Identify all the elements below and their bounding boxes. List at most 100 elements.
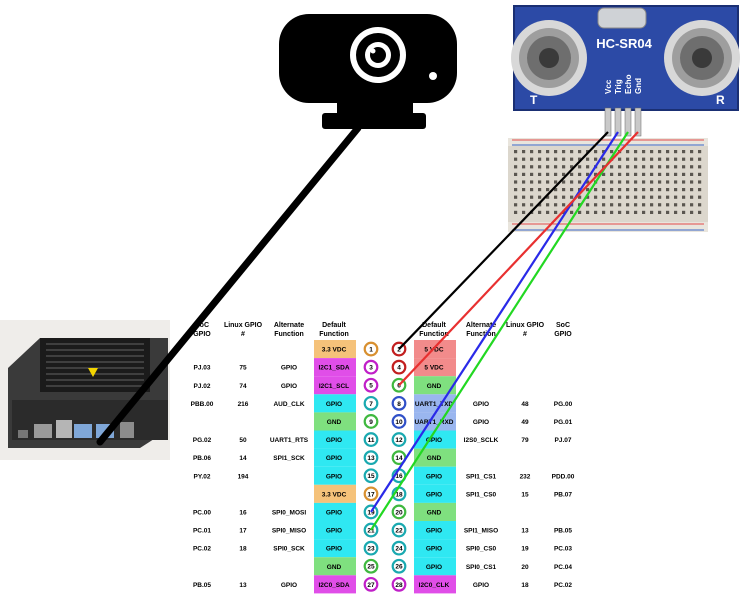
pinout-row: GND GPIO SPI0_CS1 20 PC.04 25 26 bbox=[314, 557, 572, 576]
right-linux-gpio: 79 bbox=[521, 437, 529, 444]
right-default-function: UART1_RXD bbox=[414, 419, 453, 426]
right-default-function: I2C0_CLK bbox=[419, 582, 450, 589]
pin-label-echo: Echo bbox=[624, 74, 633, 94]
right-alt-function: SPI1_MISO bbox=[464, 528, 498, 535]
right-alt-function: GPIO bbox=[473, 582, 489, 589]
left-soc-gpio: PBB.00 bbox=[191, 401, 214, 408]
left-alt-function: GPIO bbox=[281, 582, 297, 589]
left-linux-gpio: 18 bbox=[239, 546, 247, 553]
left-default-function: GPIO bbox=[326, 455, 342, 462]
left-default-function: GPIO bbox=[326, 509, 342, 516]
pin-number-24: 24 bbox=[395, 546, 403, 553]
right-alt-function: I2S0_SCLK bbox=[464, 437, 499, 444]
left-linux-gpio: 194 bbox=[238, 473, 249, 480]
header-left-3-line1: Default bbox=[322, 322, 346, 329]
right-soc-gpio: PG.01 bbox=[554, 419, 573, 426]
right-alt-function: GPIO bbox=[473, 401, 489, 408]
left-soc-gpio: PC.00 bbox=[193, 509, 211, 516]
right-soc-gpio: PB.05 bbox=[554, 528, 572, 535]
pin-number-9: 9 bbox=[369, 419, 373, 426]
header-right-2-line1: Linux GPIO bbox=[506, 322, 545, 329]
left-default-function: GPIO bbox=[326, 528, 342, 535]
header-left-2: Alternate Function bbox=[274, 322, 304, 338]
right-linux-gpio: 48 bbox=[521, 401, 529, 408]
left-soc-gpio: PC.01 bbox=[193, 528, 211, 535]
header-left-3-line2: Function bbox=[319, 331, 349, 338]
sensor-right-mark: R bbox=[716, 93, 725, 107]
right-alt-function: SPI1_CS0 bbox=[466, 491, 497, 498]
right-soc-gpio: PC.04 bbox=[554, 564, 572, 571]
header-left-2-line2: Function bbox=[274, 331, 304, 338]
pinout-row: PB.05 13 GPIO I2C0_SDA I2C0_CLK GPIO 18 PC.02 27… bbox=[193, 575, 572, 594]
sensor-left-mark: T bbox=[530, 93, 538, 107]
right-default-function: GPIO bbox=[426, 528, 442, 535]
left-linux-gpio: 50 bbox=[239, 437, 247, 444]
sensor-model: HC-SR04 bbox=[596, 36, 652, 51]
left-linux-gpio: 74 bbox=[239, 383, 247, 390]
pinout-row: PG.02 50 UART1_RTS GPIO GPIO I2S0_SCLK 79 PJ.07… bbox=[193, 430, 572, 449]
left-default-function: GPIO bbox=[326, 546, 342, 553]
ultrasonic-sensor: HC-SR04 T R Vcc Trig Echo Gnd bbox=[511, 5, 740, 137]
header-right-3-line2: GPIO bbox=[554, 331, 572, 338]
pin-number-5: 5 bbox=[369, 383, 373, 390]
webcam-icon bbox=[279, 14, 457, 129]
wire-echo-to-pin-21 bbox=[370, 131, 629, 531]
right-alt-function: SPI0_CS0 bbox=[466, 546, 497, 553]
right-soc-gpio: PB.07 bbox=[554, 491, 572, 498]
right-default-function: GPIO bbox=[426, 473, 442, 480]
pin-number-4: 4 bbox=[397, 365, 401, 372]
pinout-row: PC.01 17 SPI0_MISO GPIO GPIO SPI1_MISO 13 PB.05… bbox=[193, 521, 572, 540]
left-soc-gpio: PJ.03 bbox=[194, 365, 211, 372]
pin-number-25: 25 bbox=[367, 564, 375, 571]
pin-number-1: 1 bbox=[369, 346, 373, 353]
left-alt-function: SPI0_SCK bbox=[273, 546, 305, 553]
left-default-function: GND bbox=[327, 419, 342, 426]
left-default-function: GND bbox=[327, 564, 342, 571]
pin-number-7: 7 bbox=[369, 401, 373, 408]
header-right-1-line2: Function bbox=[466, 331, 496, 338]
pinout-row: PC.02 18 SPI0_SCK GPIO GPIO SPI0_CS0 19 PC.03 23… bbox=[193, 539, 572, 558]
pin-number-10: 10 bbox=[395, 419, 403, 426]
pin-number-13: 13 bbox=[367, 455, 375, 462]
header-left-0-line2: GPIO bbox=[193, 331, 211, 338]
left-soc-gpio: PB.05 bbox=[193, 582, 211, 589]
right-linux-gpio: 19 bbox=[521, 546, 529, 553]
left-default-function: GPIO bbox=[326, 473, 342, 480]
pinout-row: 3.3 VDC 5 VDC1 2 bbox=[314, 340, 456, 359]
right-linux-gpio: 20 bbox=[521, 564, 529, 571]
left-linux-gpio: 16 bbox=[239, 509, 247, 516]
receiver-icon bbox=[664, 20, 740, 96]
left-alt-function: UART1_RTS bbox=[270, 437, 309, 444]
right-default-function: GPIO bbox=[426, 491, 442, 498]
right-default-function: UART1_TXD bbox=[415, 401, 454, 408]
header-right-3-line1: SoC bbox=[556, 322, 570, 329]
pin-number-14: 14 bbox=[395, 455, 403, 462]
header-right-3: SoC GPIO bbox=[554, 322, 572, 338]
transmitter-icon bbox=[511, 20, 587, 96]
wiring-diagram: HC-SR04 T R Vcc Trig Echo Gnd SoC GPIO Lin… bbox=[0, 5, 740, 594]
left-soc-gpio: PC.02 bbox=[193, 546, 211, 553]
pin-number-8: 8 bbox=[397, 401, 401, 408]
left-default-function: 3.3 VDC bbox=[322, 347, 347, 354]
wire-trig-to-pin-19 bbox=[370, 131, 619, 513]
right-soc-gpio: PC.02 bbox=[554, 582, 572, 589]
pin-number-12: 12 bbox=[395, 437, 403, 444]
right-linux-gpio: 13 bbox=[521, 528, 529, 535]
pin-number-11: 11 bbox=[368, 437, 375, 444]
header-left-1-line2: # bbox=[241, 331, 245, 338]
pinout-row: PY.02 194 GPIO GPIO SPI1_CS1 232 PDD.0015 16 bbox=[194, 466, 575, 485]
right-alt-function: SPI0_CS1 bbox=[466, 564, 497, 571]
pin-number-20: 20 bbox=[395, 509, 403, 516]
pinout-row: 3.3 VDC GPIO SPI1_CS0 15 PB.0717 18 bbox=[314, 484, 572, 503]
right-soc-gpio: PJ.07 bbox=[555, 437, 572, 444]
left-alt-function: GPIO bbox=[281, 383, 297, 390]
left-default-function: I2C1_SDA bbox=[318, 365, 349, 372]
right-linux-gpio: 15 bbox=[521, 491, 529, 498]
header-left-1: Linux GPIO # bbox=[224, 322, 263, 338]
pin-number-3: 3 bbox=[369, 365, 373, 372]
left-default-function: I2C0_SDA bbox=[318, 582, 349, 589]
pinout-row: PBB.00 216 AUD_CLK GPIO UART1_TXD GPIO 48 PG.00… bbox=[191, 394, 573, 413]
right-default-function: GND bbox=[427, 455, 442, 462]
left-linux-gpio: 216 bbox=[238, 401, 249, 408]
right-alt-function: GPIO bbox=[473, 419, 489, 426]
